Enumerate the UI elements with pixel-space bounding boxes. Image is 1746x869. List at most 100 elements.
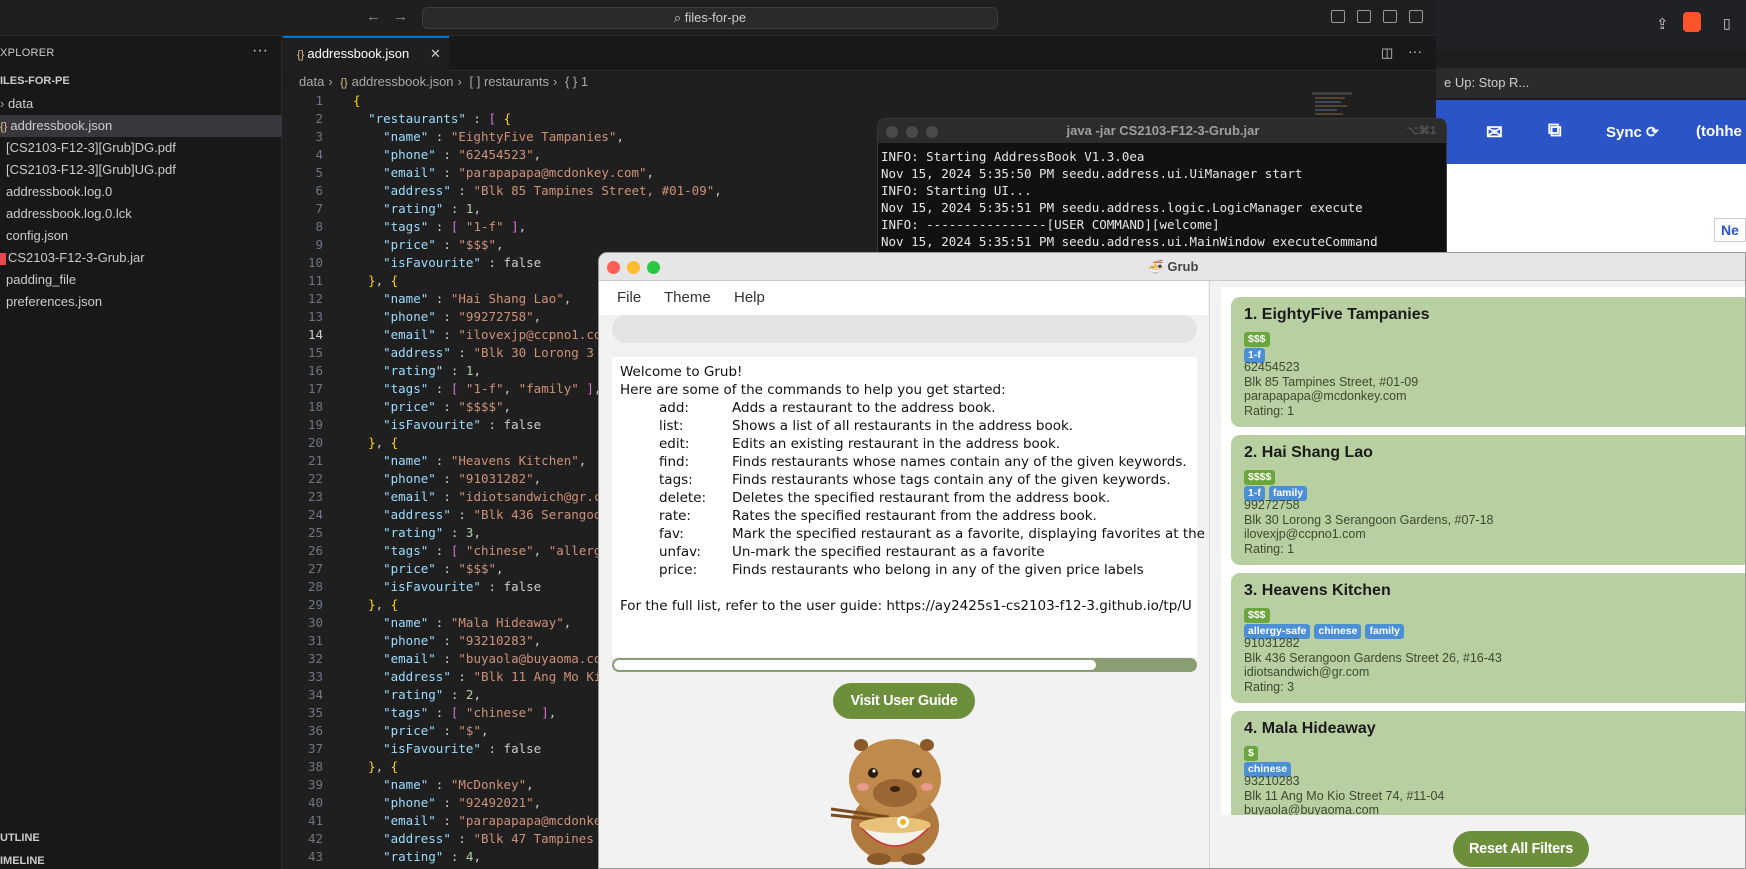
line-number: 32 <box>307 651 323 666</box>
code-text: "isFavourite" : false <box>383 741 542 756</box>
mail-icon[interactable]: ✉ <box>1486 120 1503 145</box>
restaurant-address: Blk 11 Ang Mo Kio Street 74, #11-04 <box>1244 789 1445 803</box>
breadcrumb-item[interactable]: { } 1 <box>565 74 588 89</box>
forward-arrow-icon[interactable]: → <box>393 8 408 25</box>
restaurant-list[interactable]: 1. EightyFive Tampanies $$$ 1-f 62454523… <box>1221 287 1745 815</box>
close-window-icon[interactable] <box>607 261 620 274</box>
explorer-root-folder[interactable]: ILES-FOR-PE <box>0 75 70 87</box>
line-number: 15 <box>307 345 323 360</box>
scrollbar-thumb[interactable] <box>614 660 1096 670</box>
command-name: fav: <box>659 526 684 542</box>
chevron-right-icon: › <box>553 74 558 89</box>
line-number: 16 <box>307 363 323 378</box>
editor-more-icon[interactable]: ··· <box>1408 43 1422 59</box>
code-text: }, { <box>368 759 399 774</box>
code-text: "tags" : [ "1-f" ], <box>383 219 527 234</box>
close-window-icon[interactable] <box>886 126 898 138</box>
command-input[interactable] <box>612 315 1197 343</box>
tree-item-preferences-json[interactable]: preferences.json <box>0 291 282 313</box>
command-name: tags: <box>659 472 693 488</box>
tree-item-config-json[interactable]: config.json <box>0 225 282 247</box>
menu-theme[interactable]: Theme <box>664 289 711 306</box>
chevron-right-icon: › <box>328 74 333 89</box>
command-center-search[interactable]: ⌕ files-for-pe <box>422 7 998 29</box>
line-number: 5 <box>315 165 323 180</box>
zoom-window-icon[interactable] <box>647 261 660 274</box>
external-link-icon[interactable]: ⧉ <box>1548 120 1562 142</box>
line-number: 37 <box>307 741 323 756</box>
restaurant-card[interactable]: 2. Hai Shang Lao $$$$ 1-f family 99272758… <box>1231 435 1745 565</box>
browser-tab[interactable]: e Up: Stop R... <box>1436 68 1746 98</box>
visit-user-guide-button[interactable]: Visit User Guide <box>833 683 975 719</box>
tree-item-grub-jar[interactable]: CS2103-F12-3-Grub.jar <box>0 247 282 269</box>
line-number: 35 <box>307 705 323 720</box>
line-number: 31 <box>307 633 323 648</box>
code-line[interactable]: 1{ <box>283 92 1436 110</box>
back-arrow-icon[interactable]: ← <box>366 8 381 25</box>
page-button[interactable]: Ne <box>1714 218 1746 242</box>
command-desc: Shows a list of all restaurants in the a… <box>732 418 1074 434</box>
terminal-window: java -jar CS2103-F12-3-Grub.jar ⌥⌘1 INFO… <box>877 118 1447 258</box>
timeline-section-header[interactable]: IMELINE <box>0 855 45 867</box>
more-actions-icon[interactable]: ··· <box>252 42 268 60</box>
restaurant-card[interactable]: 3. Heavens Kitchen $$$ allergy-safe chine… <box>1231 573 1745 703</box>
code-text: "email" : "parapapapa@mcdonkey.com", <box>383 165 655 180</box>
tree-item-log[interactable]: addressbook.log.0 <box>0 181 282 203</box>
code-text: "tags" : [ "chinese" ], <box>383 705 557 720</box>
restaurant-card[interactable]: 1. EightyFive Tampanies $$$ 1-f 62454523… <box>1231 297 1745 427</box>
terminal-line: INFO: Starting AddressBook V1.3.0ea <box>881 149 1145 164</box>
minimize-window-icon[interactable] <box>906 126 918 138</box>
toggle-sidebar-icon[interactable] <box>1331 10 1345 23</box>
sidebar-toggle-icon[interactable]: ▯ <box>1723 15 1731 32</box>
menu-file[interactable]: File <box>617 289 641 306</box>
code-text: "rating" : 1, <box>383 201 481 216</box>
breadcrumb-item[interactable]: [ ] restaurants <box>470 74 549 89</box>
brave-shield-icon[interactable] <box>1683 12 1701 32</box>
restaurant-card[interactable]: 4. Mala Hideaway $ chinese 93210283 Blk … <box>1231 711 1745 815</box>
tree-item-padding-file[interactable]: padding_file <box>0 269 282 291</box>
line-number: 41 <box>307 813 323 828</box>
line-number: 28 <box>307 579 323 594</box>
line-number: 33 <box>307 669 323 684</box>
line-number: 21 <box>307 453 323 468</box>
customize-layout-icon[interactable] <box>1409 10 1423 23</box>
outline-section-header[interactable]: UTLINE <box>0 832 40 844</box>
restaurant-name: 1. EightyFive Tampanies <box>1244 306 1430 323</box>
breadcrumb-item[interactable]: data <box>299 74 324 89</box>
zoom-window-icon[interactable] <box>926 126 938 138</box>
line-number: 20 <box>307 435 323 450</box>
tab-addressbook-json[interactable]: {} addressbook.json ✕ <box>283 36 449 71</box>
grub-window: 🍜 Grub File Theme Help Welcome to Grub! … <box>598 252 1746 869</box>
tree-item-addressbook-json[interactable]: {} addressbook.json <box>0 115 282 137</box>
reset-all-filters-button[interactable]: Reset All Filters <box>1453 831 1589 867</box>
line-number: 7 <box>315 201 323 216</box>
command-name: find: <box>659 454 690 470</box>
tag-badge: family <box>1365 624 1404 639</box>
toggle-secondary-sidebar-icon[interactable] <box>1383 10 1397 23</box>
tree-item-dg-pdf[interactable]: [CS2103-F12-3][Grub]DG.pdf <box>0 137 282 159</box>
line-number: 24 <box>307 507 323 522</box>
sync-button[interactable]: Sync ⟳ <box>1606 123 1659 141</box>
code-text: }, { <box>368 435 399 450</box>
restaurant-phone: 91031282 <box>1244 636 1300 650</box>
terminal-line: Nov 15, 2024 5:35:50 PM seedu.address.ui… <box>881 166 1303 181</box>
command-desc: Deletes the specified restaurant from th… <box>732 490 1111 506</box>
minimize-window-icon[interactable] <box>627 261 640 274</box>
line-number: 22 <box>307 471 323 486</box>
code-text: "price" : "$", <box>383 723 489 738</box>
tree-item-ug-pdf[interactable]: [CS2103-F12-3][Grub]UG.pdf <box>0 159 282 181</box>
restaurant-email: ilovexjp@ccpno1.com <box>1244 527 1366 541</box>
share-icon[interactable]: ⇪ <box>1656 15 1669 33</box>
menu-help[interactable]: Help <box>734 289 765 306</box>
panel-divider[interactable] <box>1209 281 1210 868</box>
code-text: }, { <box>368 273 399 288</box>
toggle-panel-icon[interactable] <box>1357 10 1371 23</box>
breadcrumb-item[interactable]: addressbook.json <box>352 74 454 89</box>
tree-item-data[interactable]: › data <box>0 93 282 115</box>
breadcrumb: data › {} addressbook.json › [ ] restaurant… <box>299 74 592 89</box>
split-editor-icon[interactable]: ◫ <box>1381 45 1393 61</box>
close-tab-icon[interactable]: ✕ <box>430 38 441 70</box>
refresh-icon: ⟳ <box>1646 124 1659 141</box>
line-number: 29 <box>307 597 323 612</box>
tree-item-log-lck[interactable]: addressbook.log.0.lck <box>0 203 282 225</box>
